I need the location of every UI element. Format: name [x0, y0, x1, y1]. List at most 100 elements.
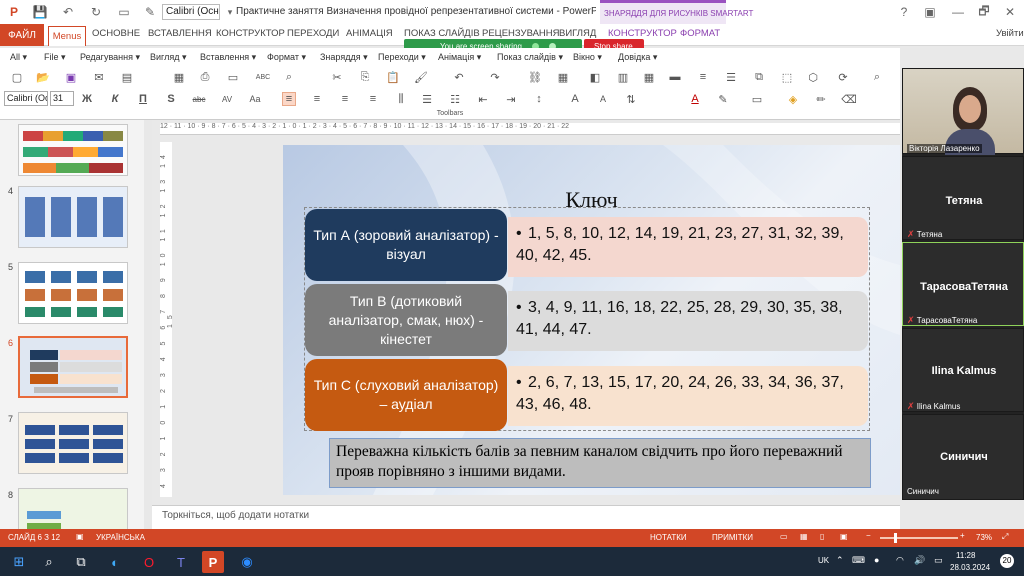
numbering-icon[interactable]: ☷	[448, 92, 462, 106]
open-icon[interactable]: 📂	[36, 70, 50, 84]
help-icon[interactable]: ?	[896, 4, 912, 20]
preview-icon[interactable]: ▭	[226, 70, 240, 84]
shadow-icon[interactable]: S	[164, 92, 178, 106]
eraser-icon[interactable]: ⌫	[841, 92, 857, 106]
tray-app-icon[interactable]: ●	[874, 555, 879, 565]
save-icon[interactable]: ▣	[64, 70, 78, 84]
change-case-icon[interactable]: Aa	[248, 92, 262, 106]
group-icon[interactable]: ⬚	[780, 70, 794, 84]
italic-icon[interactable]: К	[108, 92, 122, 106]
menu-window[interactable]: Вікно ▾	[573, 52, 602, 63]
line-style-icon[interactable]: ▬	[668, 70, 682, 84]
tab-file[interactable]: ФАЙЛ	[0, 24, 44, 46]
save-icon[interactable]: 💾	[32, 4, 48, 20]
line-weight-icon[interactable]: ≡	[696, 70, 710, 84]
notification-badge[interactable]: 20	[1000, 554, 1014, 568]
notes-toggle[interactable]: НОТАТКИ	[650, 533, 687, 542]
rotate-icon[interactable]: ⟳	[836, 70, 850, 84]
bold-icon[interactable]: Ж	[80, 92, 94, 106]
strikethrough-icon[interactable]: abc	[192, 92, 206, 106]
tab-transitions[interactable]: ПЕРЕХОДИ	[287, 28, 339, 39]
menu-edit[interactable]: Редагування ▾	[80, 52, 140, 63]
clock-time[interactable]: 11:28	[956, 551, 975, 560]
battery-icon[interactable]: ▭	[934, 555, 943, 566]
underline-icon[interactable]: П	[136, 92, 150, 106]
hyperlink-icon[interactable]: ⛓	[528, 70, 542, 84]
menu-view[interactable]: Вигляд ▾	[150, 52, 187, 63]
participant-tile[interactable]: Тетяна ✗ Тетяна	[902, 156, 1024, 240]
tab-insert[interactable]: ВСТАВЛЕННЯ	[148, 28, 212, 39]
teams-icon[interactable]: T	[170, 551, 192, 573]
menu-help[interactable]: Довідка ▾	[618, 52, 657, 63]
chart-icon[interactable]: ▥	[616, 70, 630, 84]
slide-thumbnail-4[interactable]	[18, 186, 128, 248]
menu-tools[interactable]: Знаряддя ▾	[320, 52, 368, 63]
type-a-box[interactable]: Тип А (зоровий аналізатор) - візуал	[305, 209, 507, 281]
align-center-icon[interactable]: ≡	[310, 92, 324, 106]
tab-smartart-design[interactable]: КОНСТРУКТОР	[608, 28, 677, 39]
tab-animations[interactable]: АНІМАЦІЯ	[346, 28, 393, 39]
slideshow-view-icon[interactable]: ▣	[840, 532, 848, 541]
arrange-icon[interactable]: ⧉	[752, 70, 766, 84]
shape-effects-icon[interactable]: ⬡	[806, 70, 820, 84]
table-icon[interactable]: ▦	[556, 70, 570, 84]
menu-slideshow[interactable]: Показ слайдів ▾	[497, 52, 563, 63]
volume-icon[interactable]: 🔊	[914, 555, 925, 566]
undo-icon[interactable]: ↶	[452, 70, 466, 84]
cut-icon[interactable]: ✂	[330, 70, 344, 84]
slide-thumbnail-6[interactable]	[18, 336, 128, 398]
comments-toggle[interactable]: ПРИМІТКИ	[712, 533, 753, 542]
decrease-font-icon[interactable]: A	[596, 92, 610, 106]
tab-review[interactable]: РЕЦЕНЗУВАННЯ	[482, 28, 560, 39]
menu-transitions[interactable]: Переходи ▾	[378, 52, 426, 63]
menu-animation[interactable]: Анімація ▾	[438, 52, 481, 63]
slide-thumbnail-3[interactable]	[18, 124, 128, 176]
slide-thumbnail-8[interactable]	[18, 488, 128, 530]
new-icon[interactable]: ▢	[10, 70, 24, 84]
quick-font-box[interactable]: Calibri (Осн	[162, 4, 220, 20]
zoom-slider[interactable]	[880, 537, 958, 539]
tray-chevron-icon[interactable]: ⌃	[836, 555, 844, 566]
tab-menus[interactable]: Menus	[48, 26, 86, 46]
format-painter-icon[interactable]: 🖌	[414, 70, 428, 84]
tab-smartart-format[interactable]: ФОРМАТ	[680, 28, 720, 39]
zoom-level[interactable]: 73%	[976, 533, 992, 542]
shape-style-icon[interactable]: ▭	[750, 92, 764, 106]
tab-design[interactable]: КОНСТРУКТОР	[216, 28, 285, 39]
print-icon[interactable]: ⎙	[198, 70, 212, 84]
slide-sorter-icon[interactable]: ▦	[800, 532, 808, 541]
highlight-icon[interactable]: ✎	[716, 92, 730, 106]
participant-tile[interactable]: Синичич Синичич	[902, 414, 1024, 500]
redo-icon[interactable]: ↻	[88, 4, 104, 20]
shapes-icon[interactable]: ◧	[588, 70, 602, 84]
wifi-icon[interactable]: ◠	[896, 555, 904, 566]
font-size-select[interactable]: 31	[50, 91, 74, 106]
spelling-icon[interactable]: ABC	[256, 70, 270, 84]
dash-style-icon[interactable]: ☰	[724, 70, 738, 84]
decrease-indent-icon[interactable]: ⇤	[476, 92, 490, 106]
mail-icon[interactable]: ✉	[92, 70, 106, 84]
template-icon[interactable]: ▦	[172, 70, 186, 84]
outline-color-icon[interactable]: ✏	[814, 92, 828, 106]
reading-view-icon[interactable]: ▯	[820, 532, 824, 541]
ribbon-display-icon[interactable]: ▣	[922, 4, 938, 20]
bullets-icon[interactable]: ☰	[420, 92, 434, 106]
sign-in-link[interactable]: Увійти	[996, 28, 1024, 39]
type-b-detail[interactable]: • 3, 4, 9, 11, 16, 18, 22, 25, 28, 29, 30…	[508, 291, 868, 351]
redo-icon[interactable]: ↷	[488, 70, 502, 84]
align-left-icon[interactable]: ≡	[282, 92, 296, 106]
slide-thumbnail-5[interactable]	[18, 262, 128, 324]
task-view-icon[interactable]: ⧉	[70, 551, 92, 573]
normal-view-icon[interactable]: ▭	[780, 532, 788, 541]
tab-home[interactable]: ОСНОВНЕ	[92, 28, 140, 39]
proofing-icon[interactable]: ▣	[76, 532, 84, 541]
type-c-detail[interactable]: • 2, 6, 7, 13, 15, 17, 20, 24, 26, 33, 34…	[508, 366, 868, 426]
increase-indent-icon[interactable]: ⇥	[504, 92, 518, 106]
justify-icon[interactable]: ≡	[366, 92, 380, 106]
menu-all[interactable]: All ▾	[10, 52, 27, 63]
columns-icon[interactable]: ⫼	[394, 92, 408, 106]
fill-color-icon[interactable]: ◈	[786, 92, 800, 106]
increase-font-icon[interactable]: A	[568, 92, 582, 106]
input-language[interactable]: UK	[818, 556, 829, 565]
menu-format[interactable]: Формат ▾	[267, 52, 306, 63]
